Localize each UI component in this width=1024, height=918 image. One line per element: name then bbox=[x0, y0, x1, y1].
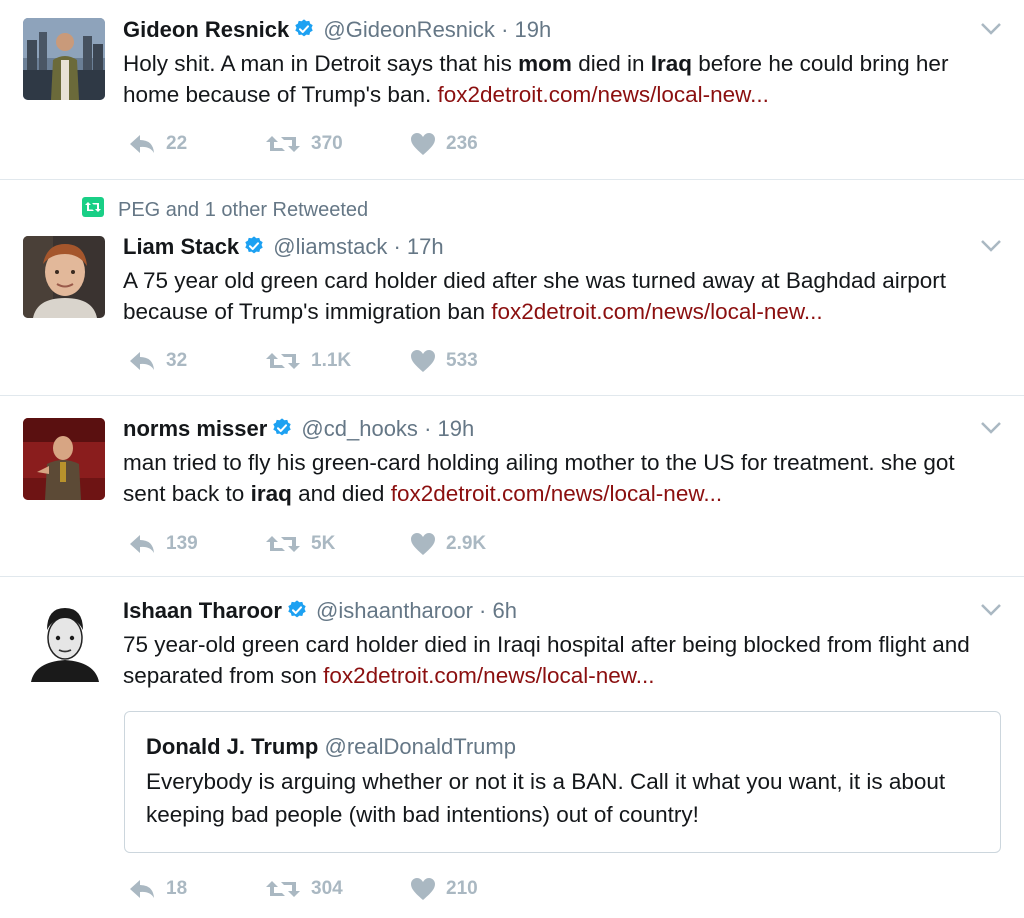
tweet-text: A 75 year old green card holder died aft… bbox=[123, 268, 947, 324]
reply-icon bbox=[128, 533, 156, 555]
avatar[interactable] bbox=[23, 236, 105, 318]
heart-icon bbox=[410, 877, 436, 901]
chevron-down-icon[interactable] bbox=[980, 421, 1002, 435]
timestamp[interactable]: 19h bbox=[438, 416, 475, 441]
author-handle[interactable]: @cd_hooks bbox=[301, 416, 418, 441]
tweet-link[interactable]: fox2detroit.com/news/local-new... bbox=[491, 299, 822, 324]
retweet-button[interactable]: 5K bbox=[265, 530, 335, 558]
retweet-button[interactable]: 1.1K bbox=[265, 347, 351, 375]
reply-button[interactable]: 32 bbox=[128, 347, 187, 375]
heart-icon bbox=[410, 532, 436, 556]
timestamp[interactable]: 6h bbox=[493, 598, 517, 623]
verified-badge-icon bbox=[286, 599, 308, 629]
reply-button[interactable]: 18 bbox=[128, 875, 187, 903]
author-name[interactable]: Ishaan Tharoor bbox=[123, 598, 282, 623]
author-name[interactable]: Liam Stack bbox=[123, 234, 239, 259]
chevron-down-icon[interactable] bbox=[980, 603, 1002, 617]
verified-badge-icon bbox=[243, 235, 265, 265]
reply-icon bbox=[128, 350, 156, 372]
reply-count: 139 bbox=[166, 533, 198, 554]
retweet-icon bbox=[265, 133, 301, 155]
like-count: 236 bbox=[446, 133, 478, 154]
tweet-text: 75 year-old green card holder died in Ir… bbox=[123, 632, 970, 688]
chevron-down-icon[interactable] bbox=[980, 22, 1002, 36]
tweet[interactable]: PEG and 1 other Retweeted Liam Stack @li… bbox=[0, 181, 1024, 396]
retweet-button[interactable]: 370 bbox=[265, 130, 343, 158]
tweet-link[interactable]: fox2detroit.com/news/local-new... bbox=[391, 481, 722, 506]
reply-icon bbox=[128, 133, 156, 155]
retweet-context-icon bbox=[82, 197, 104, 223]
retweet-count: 304 bbox=[311, 878, 343, 899]
quoted-author-handle[interactable]: @realDonaldTrump bbox=[324, 734, 515, 759]
like-count: 2.9K bbox=[446, 533, 487, 554]
like-button[interactable]: 533 bbox=[410, 347, 478, 375]
heart-icon bbox=[410, 132, 436, 156]
separator: · bbox=[501, 17, 509, 42]
tweet[interactable]: norms misser @cd_hooks · 19h man tried t… bbox=[0, 397, 1024, 577]
tweet-link[interactable]: fox2detroit.com/news/local-new... bbox=[437, 82, 768, 107]
retweet-count: 370 bbox=[311, 133, 343, 154]
chevron-down-icon[interactable] bbox=[980, 239, 1002, 253]
separator: · bbox=[424, 416, 432, 441]
timestamp[interactable]: 17h bbox=[407, 234, 444, 259]
retweet-icon bbox=[265, 350, 301, 372]
avatar[interactable] bbox=[23, 600, 105, 682]
like-button[interactable]: 210 bbox=[410, 875, 478, 903]
reply-count: 18 bbox=[166, 878, 188, 899]
retweet-count: 5K bbox=[311, 533, 336, 554]
retweet-icon bbox=[265, 533, 301, 555]
quoted-tweet[interactable]: Donald J. Trump @realDonaldTrump Everybo… bbox=[124, 711, 1001, 853]
retweet-context: PEG and 1 other Retweeted bbox=[82, 197, 368, 223]
avatar[interactable] bbox=[23, 418, 105, 500]
timestamp[interactable]: 19h bbox=[515, 17, 552, 42]
reply-count: 32 bbox=[166, 350, 188, 371]
reply-button[interactable]: 22 bbox=[128, 130, 187, 158]
like-count: 210 bbox=[446, 878, 478, 899]
retweet-button[interactable]: 304 bbox=[265, 875, 343, 903]
author-handle[interactable]: @ishaantharoor bbox=[316, 598, 473, 623]
tweet-text: man tried to fly his green-card holding … bbox=[123, 450, 955, 506]
like-button[interactable]: 236 bbox=[410, 130, 478, 158]
quoted-author-name[interactable]: Donald J. Trump bbox=[146, 734, 318, 759]
tweet[interactable]: Ishaan Tharoor @ishaantharoor · 6h 75 ye… bbox=[0, 578, 1024, 918]
separator: · bbox=[479, 598, 487, 623]
reply-count: 22 bbox=[166, 133, 188, 154]
author-handle[interactable]: @liamstack bbox=[273, 234, 387, 259]
author-handle[interactable]: @GideonResnick bbox=[323, 17, 495, 42]
separator: · bbox=[393, 234, 401, 259]
heart-icon bbox=[410, 349, 436, 373]
verified-badge-icon bbox=[293, 18, 315, 48]
author-name[interactable]: Gideon Resnick bbox=[123, 17, 289, 42]
avatar[interactable] bbox=[23, 18, 105, 100]
reply-button[interactable]: 139 bbox=[128, 530, 198, 558]
quoted-tweet-text: Everybody is arguing whether or not it i… bbox=[146, 769, 946, 827]
retweet-icon bbox=[265, 878, 301, 900]
tweet-link[interactable]: fox2detroit.com/news/local-new... bbox=[323, 663, 654, 688]
reply-icon bbox=[128, 878, 156, 900]
tweet-text: Holy shit. A man in Detroit says that hi… bbox=[123, 51, 949, 107]
like-button[interactable]: 2.9K bbox=[410, 530, 486, 558]
like-count: 533 bbox=[446, 350, 478, 371]
tweet[interactable]: Gideon Resnick @GideonResnick · 19h Holy… bbox=[0, 0, 1024, 180]
author-name[interactable]: norms misser bbox=[123, 416, 267, 441]
retweet-count: 1.1K bbox=[311, 350, 352, 371]
verified-badge-icon bbox=[271, 417, 293, 447]
retweet-context-text[interactable]: PEG and 1 other Retweeted bbox=[118, 199, 368, 222]
